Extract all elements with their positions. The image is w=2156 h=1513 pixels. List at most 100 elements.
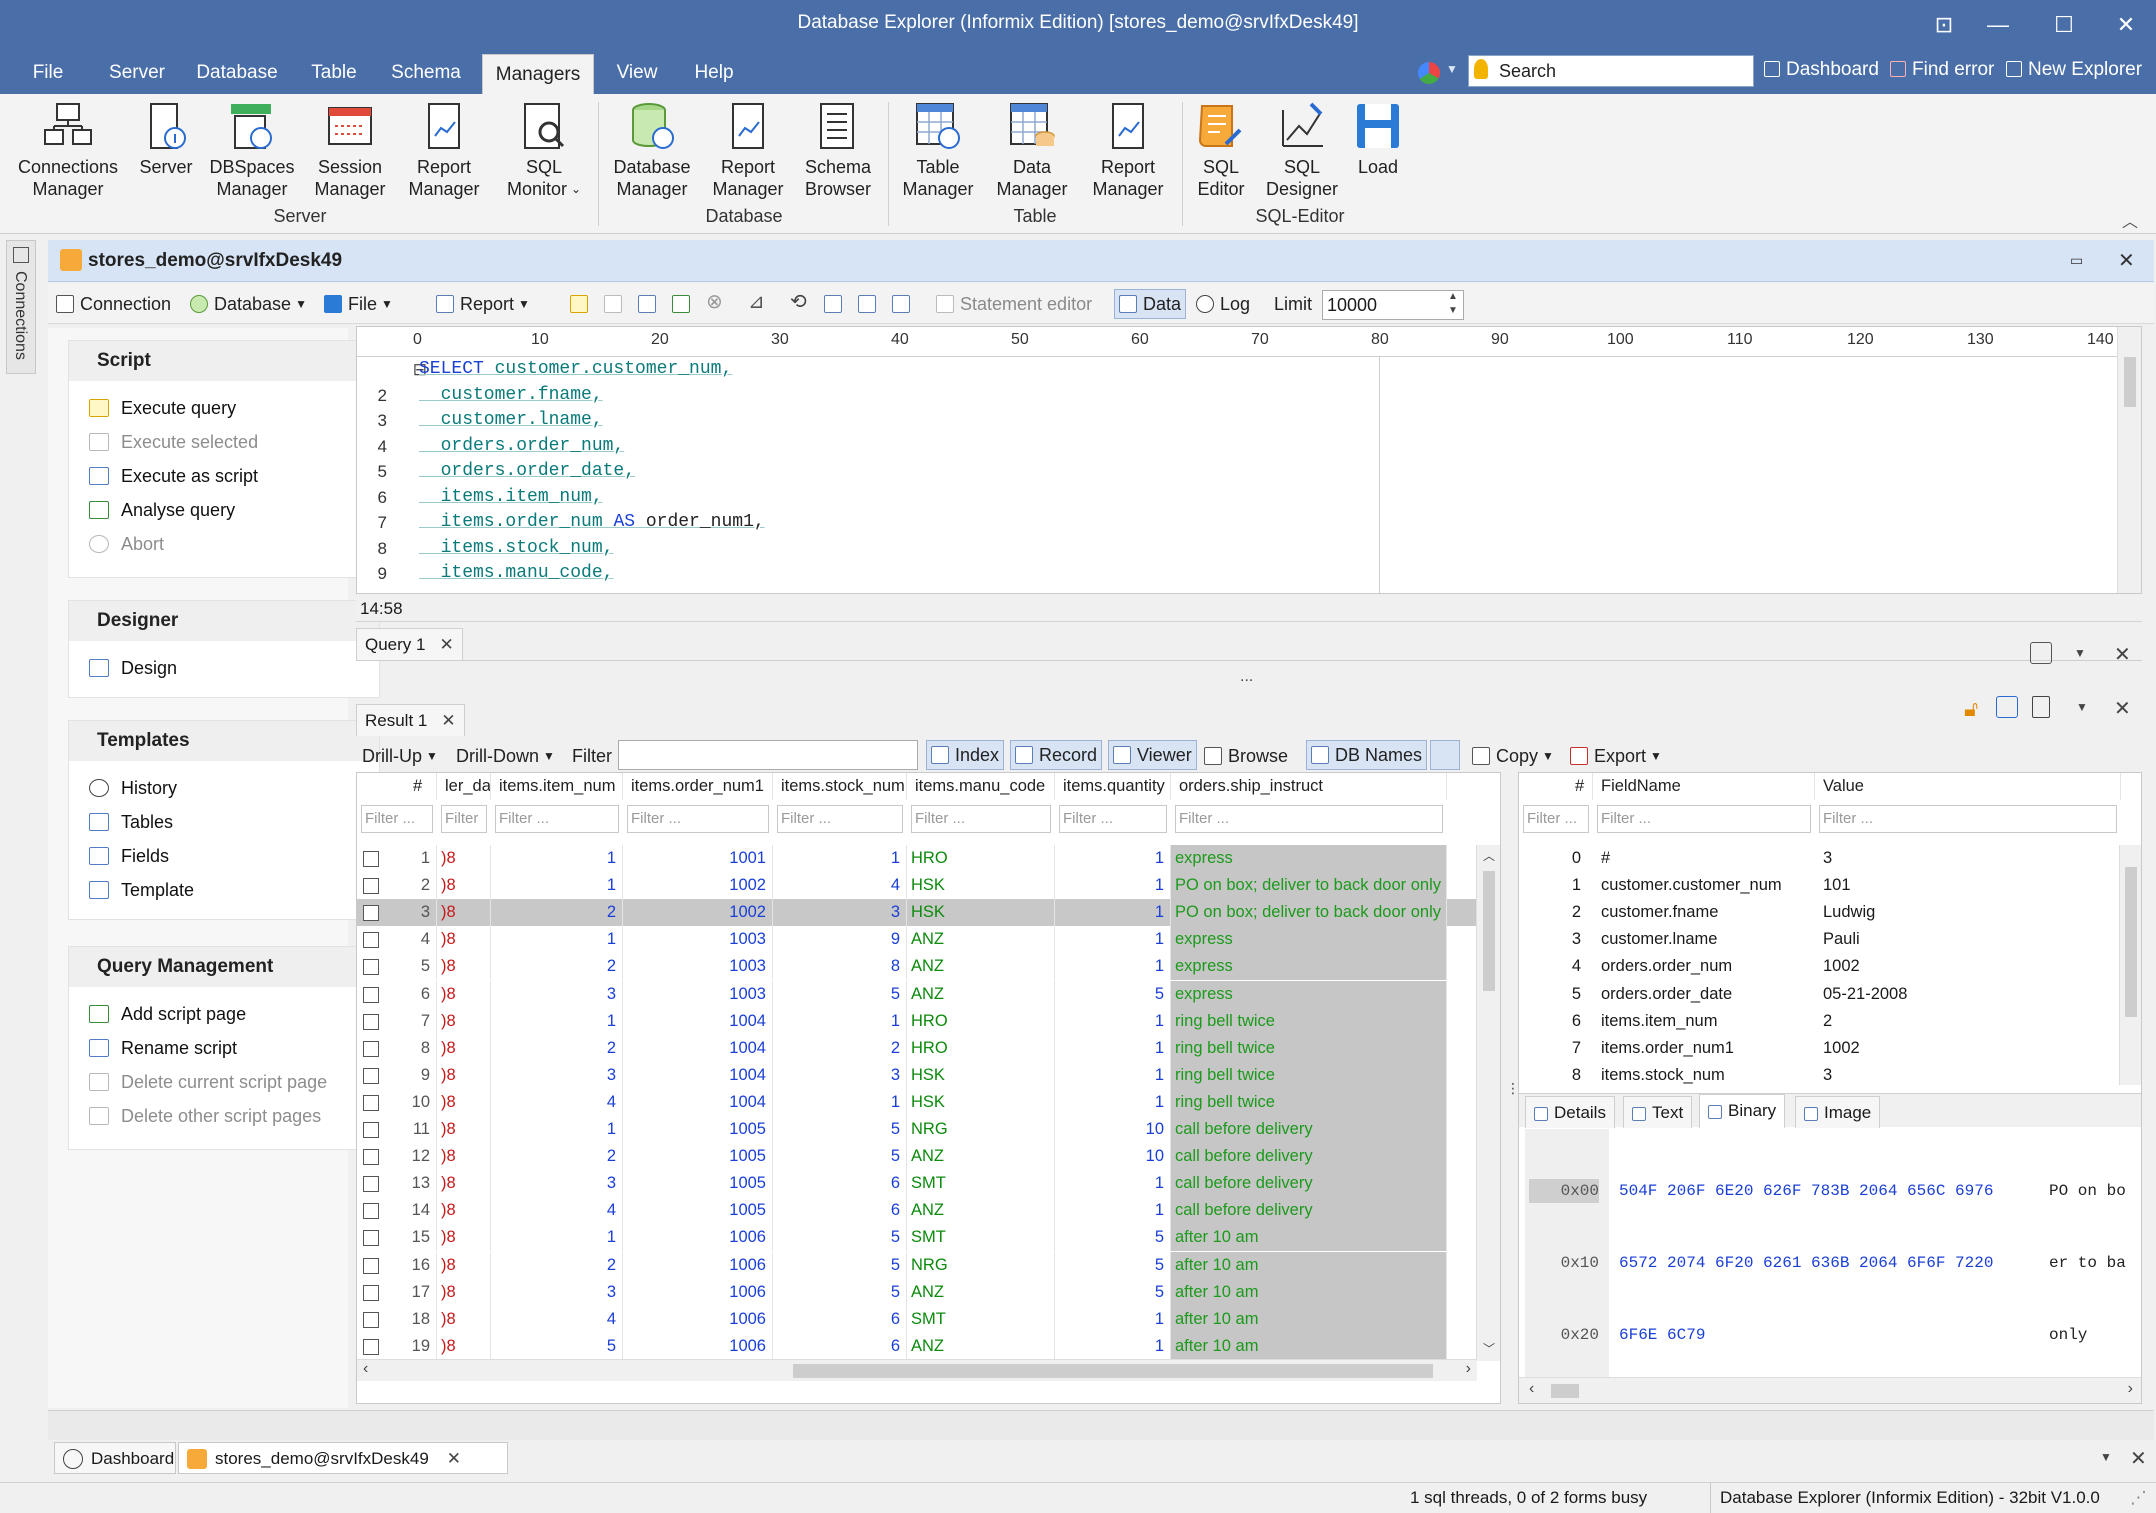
menu-file[interactable]: File: [18, 50, 78, 94]
column-header[interactable]: items.order_num1: [623, 773, 773, 800]
column-filter-input[interactable]: Filter ...: [1175, 805, 1443, 833]
delete-current-page-item[interactable]: Delete current script page: [69, 1065, 379, 1099]
chevron-down-icon[interactable]: ▼: [2074, 646, 2086, 660]
edit-icon[interactable]: [1996, 696, 2018, 718]
close-icon[interactable]: ✕: [2130, 1446, 2147, 1471]
table-row[interactable]: 14)8 4 1005 6 ANZ 1 call before delivery: [357, 1197, 1477, 1225]
tables-item[interactable]: Tables: [69, 805, 379, 839]
load-button[interactable]: Load: [1346, 100, 1410, 178]
column-filter-input[interactable]: Filter ...: [1523, 805, 1589, 833]
column-header[interactable]: ler_date: [437, 773, 491, 800]
dashboard-link[interactable]: Dashboard: [1764, 58, 1879, 82]
copy-dropdown[interactable]: Copy ▼: [1472, 744, 1554, 768]
code-area[interactable]: ⊟ SELECT customer.customer_num, 2 custome…: [357, 357, 2117, 593]
scroll-thumb[interactable]: [2124, 357, 2136, 407]
column-filter-input[interactable]: Filter ...: [1597, 805, 1811, 833]
column-filter-input[interactable]: Filter ...: [777, 805, 903, 833]
history-item[interactable]: History: [69, 771, 379, 805]
tab-text[interactable]: Text: [1623, 1096, 1693, 1128]
browse-button[interactable]: Browse: [1204, 744, 1288, 768]
resize-grip-icon[interactable]: ⋰: [2130, 1483, 2147, 1513]
column-header[interactable]: #: [357, 773, 437, 800]
session-manager-button[interactable]: Session Manager: [306, 100, 394, 200]
find-error-link[interactable]: Find error: [1890, 58, 1994, 82]
table-row[interactable]: 3)8 2 1002 3 HSK 1 PO on box; deliver to back …: [357, 899, 1477, 927]
table-row[interactable]: 18)8 4 1006 6 SMT 1 after 10 am: [357, 1305, 1477, 1333]
column-header[interactable]: #: [1519, 773, 1593, 800]
tab-details[interactable]: Details: [1525, 1096, 1615, 1128]
dbspaces-manager-button[interactable]: DBSpaces Manager: [204, 100, 300, 200]
table-row[interactable]: 5)8 2 1003 8 ANZ 1 express: [357, 953, 1477, 981]
collapse-ribbon-icon[interactable]: ︿: [2122, 208, 2138, 232]
lock-icon[interactable]: 🔓︎: [1964, 696, 1978, 722]
log-toggle[interactable]: Log: [1196, 292, 1250, 316]
tab-image[interactable]: Image: [1795, 1096, 1881, 1128]
viewer-toggle[interactable]: Viewer: [1108, 740, 1197, 770]
grid-hscroll[interactable]: ‹ ›: [357, 1359, 1477, 1381]
column-header[interactable]: items.manu_code: [907, 773, 1055, 800]
splitter-handle[interactable]: ...: [1240, 668, 1253, 686]
column-header[interactable]: FieldName: [1593, 773, 1815, 800]
data-toggle[interactable]: Data: [1114, 289, 1187, 319]
search-input[interactable]: Search: [1468, 55, 1754, 87]
scroll-right-icon[interactable]: ›: [1466, 1360, 1471, 1378]
design-item[interactable]: Design: [69, 651, 379, 685]
execute-as-script-item[interactable]: Execute as script: [69, 459, 379, 493]
close-icon[interactable]: ✕: [439, 635, 453, 654]
menu-schema[interactable]: Schema: [386, 50, 466, 94]
template-item[interactable]: Template: [69, 873, 379, 907]
drill-down-dropdown[interactable]: Drill-Down ▼: [456, 744, 555, 768]
new-explorer-link[interactable]: New Explorer: [2006, 58, 2142, 82]
fields-item[interactable]: Fields: [69, 839, 379, 873]
statement-editor-button[interactable]: Statement editor: [936, 292, 1092, 316]
table-row[interactable]: 4)8 1 1003 9 ANZ 1 express: [357, 926, 1477, 954]
close-icon[interactable]: ✕: [447, 1449, 461, 1468]
template-icon[interactable]: [892, 292, 916, 316]
grid-vscroll[interactable]: ︿ ﹀: [1476, 845, 1500, 1361]
table-manager-button[interactable]: Table Manager: [894, 100, 982, 200]
add-script-page-item[interactable]: Add script page: [69, 997, 379, 1031]
sql-monitor-button[interactable]: SQL Monitor ⌄: [500, 100, 588, 200]
trash-icon[interactable]: [2032, 696, 2050, 718]
abort-item[interactable]: Abort: [69, 527, 379, 561]
chevron-down-icon[interactable]: ▼: [2100, 1450, 2112, 1464]
scroll-right-icon[interactable]: ›: [2128, 1380, 2133, 1398]
column-filter-input[interactable]: Filter ...: [441, 805, 487, 833]
column-header[interactable]: orders.ship_instruct: [1171, 773, 1447, 800]
restore-icon[interactable]: ⊡: [1924, 8, 1964, 42]
export-dropdown[interactable]: Export ▼: [1570, 744, 1662, 768]
execute-selected-item[interactable]: Execute selected: [69, 425, 379, 459]
close-icon[interactable]: ✕: [441, 711, 455, 730]
scroll-thumb[interactable]: [1483, 871, 1495, 991]
designer-icon[interactable]: ⊿: [748, 290, 765, 314]
close-icon[interactable]: ✕: [2114, 696, 2131, 721]
table-row[interactable]: 16)8 2 1006 5 NRG 5 after 10 am: [357, 1251, 1477, 1279]
pin-icon[interactable]: ▭: [2070, 252, 2083, 269]
abort-icon[interactable]: ⊗: [706, 290, 723, 314]
tables-icon[interactable]: [824, 292, 848, 316]
tab-stores-demo[interactable]: stores_demo@srvIfxDesk49 ✕: [178, 1442, 508, 1474]
sql-editor-button[interactable]: SQL Editor: [1186, 100, 1256, 200]
menu-help[interactable]: Help: [686, 50, 742, 94]
column-filter-input[interactable]: Filter ...: [495, 805, 619, 833]
scroll-left-icon[interactable]: ‹: [363, 1360, 368, 1378]
drill-up-dropdown[interactable]: Drill-Up ▼: [362, 744, 438, 768]
report-manager-button[interactable]: Report Manager: [400, 100, 488, 200]
schema-browser-button[interactable]: Schema Browser: [796, 100, 880, 200]
tab-binary[interactable]: Binary: [1699, 1094, 1786, 1128]
table-row[interactable]: 9)8 3 1004 3 HSK 1 ring bell twice: [357, 1061, 1477, 1089]
table-row[interactable]: 1)8 1 1001 1 HRO 1 express: [357, 845, 1477, 872]
column-header[interactable]: items.stock_num: [773, 773, 907, 800]
table-row[interactable]: 12)8 2 1005 5 ANZ 10 call before delivery: [357, 1143, 1477, 1171]
data-manager-button[interactable]: Data Manager: [988, 100, 1076, 200]
table-row[interactable]: 19)8 5 1006 6 ANZ 1 after 10 am: [357, 1332, 1477, 1360]
record-vscroll[interactable]: [2119, 845, 2141, 1085]
execute-query-item[interactable]: Execute query: [69, 391, 379, 425]
fields-icon[interactable]: [858, 292, 882, 316]
tab-query-1[interactable]: Query 1 ✕: [356, 628, 463, 660]
editor-scrollbar[interactable]: [2117, 327, 2141, 593]
layout-toggle[interactable]: [1430, 740, 1460, 770]
column-filter-input[interactable]: Filter ...: [1819, 805, 2117, 833]
rename-script-item[interactable]: Rename script: [69, 1031, 379, 1065]
chevron-down-icon[interactable]: ▼: [2076, 700, 2088, 714]
